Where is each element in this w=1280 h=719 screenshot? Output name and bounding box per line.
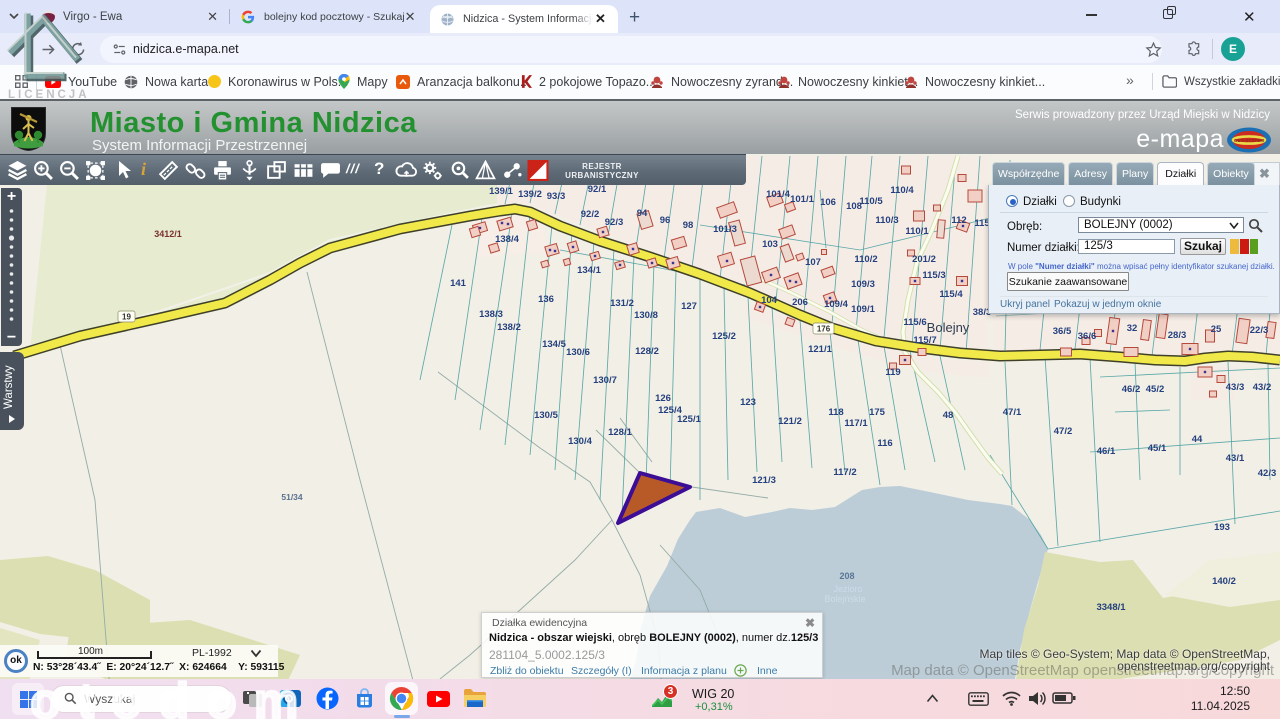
svg-text:3348/1: 3348/1	[1096, 602, 1126, 613]
svg-text:139/1: 139/1	[489, 186, 513, 197]
svg-text:48: 48	[943, 410, 954, 421]
svg-text:130/5: 130/5	[534, 410, 558, 421]
svg-text:110/1: 110/1	[905, 226, 929, 237]
svg-text:110/5: 110/5	[859, 196, 883, 207]
svg-text:208: 208	[839, 571, 854, 581]
svg-text:115/4: 115/4	[939, 289, 963, 300]
svg-text:110/3: 110/3	[875, 215, 898, 226]
svg-text:140/2: 140/2	[1212, 576, 1236, 587]
svg-text:92/3: 92/3	[605, 217, 624, 228]
svg-text:130/6: 130/6	[566, 347, 590, 358]
svg-text:36/6: 36/6	[1078, 331, 1097, 342]
svg-text:94: 94	[637, 208, 648, 219]
svg-text:43/1: 43/1	[1226, 453, 1245, 464]
svg-text:121/1: 121/1	[808, 344, 832, 355]
svg-text:115/7: 115/7	[913, 335, 936, 346]
svg-text:101/4: 101/4	[766, 189, 790, 200]
svg-text:119: 119	[885, 367, 900, 378]
svg-text:GEO-SYSTEM: GEO-SYSTEM	[1234, 138, 1264, 143]
svg-text:19: 19	[122, 313, 131, 322]
svg-text:175: 175	[869, 407, 886, 418]
svg-text:138/2: 138/2	[497, 322, 521, 333]
svg-text:201/2: 201/2	[912, 254, 936, 265]
svg-text:112: 112	[951, 215, 966, 226]
svg-text:121/3: 121/3	[752, 475, 776, 486]
svg-text:139/2: 139/2	[518, 189, 542, 200]
svg-text:127: 127	[681, 301, 697, 312]
svg-text:109/4: 109/4	[824, 299, 848, 310]
svg-text:110/4: 110/4	[890, 185, 914, 196]
svg-text:47/2: 47/2	[1054, 426, 1073, 437]
svg-text:43/3: 43/3	[1226, 382, 1245, 393]
svg-text:176: 176	[817, 325, 831, 334]
svg-text:115/3: 115/3	[922, 270, 945, 281]
svg-text:123: 123	[740, 397, 756, 408]
svg-text:96: 96	[660, 215, 671, 226]
svg-text:130/7: 130/7	[593, 375, 617, 386]
svg-text:92/1: 92/1	[588, 184, 607, 195]
svg-text:109/1: 109/1	[851, 304, 875, 315]
svg-text:28/3: 28/3	[1168, 330, 1187, 341]
svg-text:138/3: 138/3	[479, 309, 503, 320]
svg-text:44: 44	[1192, 434, 1203, 445]
svg-text:101/3: 101/3	[713, 224, 737, 235]
svg-text:136: 136	[538, 294, 554, 305]
svg-text:130/8: 130/8	[634, 310, 658, 321]
svg-text:45/1: 45/1	[1148, 443, 1167, 454]
svg-text:104: 104	[761, 295, 778, 306]
svg-text:101/1: 101/1	[790, 194, 814, 205]
svg-text:92/2: 92/2	[581, 209, 600, 220]
svg-text:115/6: 115/6	[903, 317, 926, 328]
svg-text:117/2: 117/2	[833, 467, 856, 478]
svg-text:110/2: 110/2	[854, 254, 877, 265]
svg-text:Jezioro: Jezioro	[833, 584, 862, 594]
svg-text:98: 98	[683, 220, 694, 231]
svg-text:42/3: 42/3	[1258, 468, 1277, 479]
svg-text:128/1: 128/1	[608, 427, 632, 438]
svg-text:25: 25	[1211, 324, 1222, 335]
svg-text:22/3: 22/3	[1250, 325, 1269, 336]
svg-text:93/3: 93/3	[547, 191, 566, 202]
svg-text:106: 106	[820, 197, 836, 208]
svg-text:126: 126	[655, 393, 671, 404]
svg-text:45/2: 45/2	[1146, 384, 1165, 395]
svg-text:36/5: 36/5	[1053, 326, 1072, 337]
svg-text:118: 118	[828, 407, 843, 418]
svg-text:43/2: 43/2	[1253, 382, 1272, 393]
svg-text:3412/1: 3412/1	[154, 229, 182, 239]
svg-text:109/3: 109/3	[851, 279, 875, 290]
svg-text:51/34: 51/34	[281, 492, 303, 502]
svg-text:134/1: 134/1	[577, 265, 601, 276]
svg-text:46/1: 46/1	[1097, 446, 1116, 457]
svg-text:138/4: 138/4	[495, 234, 519, 245]
svg-text:121/2: 121/2	[778, 416, 802, 427]
svg-text:131/2: 131/2	[610, 298, 634, 309]
svg-text:116: 116	[877, 438, 892, 449]
svg-text:Bolejny: Bolejny	[927, 320, 970, 335]
svg-text:141: 141	[450, 278, 467, 289]
svg-text:103: 103	[762, 239, 778, 250]
svg-text:193: 193	[1214, 522, 1230, 533]
svg-text:32: 32	[1127, 323, 1138, 334]
svg-text:128/2: 128/2	[635, 346, 659, 357]
svg-text:Bolejńskie: Bolejńskie	[824, 594, 865, 604]
svg-text:125/1: 125/1	[677, 414, 701, 425]
svg-text:117/1: 117/1	[844, 418, 868, 429]
svg-text:206: 206	[792, 297, 808, 308]
svg-text:130/4: 130/4	[568, 436, 592, 447]
svg-text:47/1: 47/1	[1003, 407, 1022, 418]
svg-text:107: 107	[805, 257, 821, 268]
svg-text:125/2: 125/2	[712, 331, 736, 342]
svg-text:134/5: 134/5	[542, 339, 566, 350]
svg-text:46/2: 46/2	[1122, 384, 1141, 395]
